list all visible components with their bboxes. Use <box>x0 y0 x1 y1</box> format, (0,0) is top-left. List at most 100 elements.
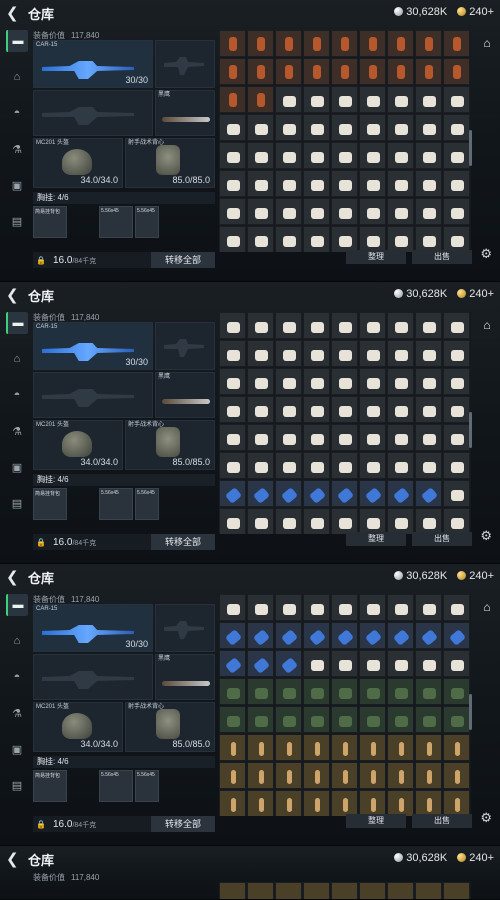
primary-weapon-slot[interactable]: CAR-15 30/30 <box>33 604 153 652</box>
gold-currency[interactable]: 240+ <box>457 570 494 582</box>
gold-currency[interactable]: 240+ <box>457 6 494 18</box>
storage-cell[interactable] <box>387 114 414 141</box>
pistol-slot[interactable] <box>155 322 215 370</box>
helmet-slot[interactable]: MC201 头盔 34.0/34.0 <box>33 138 123 188</box>
storage-cell[interactable] <box>331 762 358 789</box>
storage-cell[interactable] <box>443 30 470 57</box>
storage-cell[interactable] <box>247 882 274 899</box>
storage-cell[interactable] <box>219 30 246 57</box>
storage-cell[interactable] <box>359 312 386 339</box>
storage-cell[interactable] <box>359 622 386 649</box>
storage-cell[interactable] <box>387 762 414 789</box>
storage-cell[interactable] <box>415 790 442 816</box>
storage-cell[interactable] <box>359 706 386 733</box>
storage-cell[interactable] <box>443 170 470 197</box>
chest-item-3[interactable]: 5.56x45 <box>135 770 159 802</box>
storage-cell[interactable] <box>331 650 358 677</box>
storage-cell[interactable] <box>219 368 246 395</box>
storage-cell[interactable] <box>359 650 386 677</box>
helmet-icon[interactable]: ◓ <box>6 102 28 124</box>
storage-cell[interactable] <box>275 114 302 141</box>
storage-cell[interactable] <box>275 396 302 423</box>
storage-cell[interactable] <box>331 30 358 57</box>
gold-currency[interactable]: 240+ <box>457 288 494 300</box>
storage-cell[interactable] <box>387 734 414 761</box>
storage-cell[interactable] <box>275 142 302 169</box>
back-arrow-icon[interactable]: ❮ <box>6 4 26 22</box>
storage-cell[interactable] <box>219 480 246 507</box>
storage-cell[interactable] <box>331 368 358 395</box>
storage-cell[interactable] <box>387 170 414 197</box>
storage-cell[interactable] <box>359 762 386 789</box>
storage-cell[interactable] <box>247 142 274 169</box>
chest-item-2[interactable]: 5.56x45 <box>99 770 133 802</box>
storage-cell[interactable] <box>443 594 470 621</box>
storage-cell[interactable] <box>415 226 442 252</box>
storage-cell[interactable] <box>359 480 386 507</box>
storage-cell[interactable] <box>387 424 414 451</box>
rifle-icon[interactable]: ▬ <box>6 30 28 52</box>
storage-cell[interactable] <box>415 58 442 85</box>
storage-cell[interactable] <box>387 312 414 339</box>
storage-cell[interactable] <box>219 142 246 169</box>
storage-cell[interactable] <box>359 452 386 479</box>
chest-item-3[interactable]: 5.56x45 <box>135 206 159 238</box>
storage-cell[interactable] <box>415 198 442 225</box>
storage-cell[interactable] <box>359 142 386 169</box>
storage-cell[interactable] <box>359 396 386 423</box>
storage-cell[interactable] <box>331 882 358 899</box>
storage-cell[interactable] <box>275 508 302 534</box>
melee-slot[interactable]: 黑鹰 <box>155 654 215 700</box>
storage-cell[interactable] <box>359 882 386 899</box>
chest-item-3[interactable]: 5.56x45 <box>135 488 159 520</box>
storage-cell[interactable] <box>415 340 442 367</box>
storage-cell[interactable] <box>331 226 358 252</box>
storage-cell[interactable] <box>219 198 246 225</box>
flask-icon[interactable]: ⚗ <box>6 138 28 160</box>
sort-button[interactable]: 整理 <box>346 532 406 546</box>
storage-cell[interactable] <box>443 650 470 677</box>
storage-cell[interactable] <box>247 734 274 761</box>
storage-cell[interactable] <box>331 678 358 705</box>
storage-cell[interactable] <box>359 226 386 252</box>
storage-cell[interactable] <box>415 114 442 141</box>
storage-cell[interactable] <box>275 678 302 705</box>
storage-cell[interactable] <box>443 508 470 534</box>
storage-cell[interactable] <box>359 114 386 141</box>
storage-cell[interactable] <box>443 678 470 705</box>
storage-cell[interactable] <box>275 734 302 761</box>
storage-cell[interactable] <box>275 86 302 113</box>
storage-cell[interactable] <box>247 508 274 534</box>
storage-cell[interactable] <box>247 170 274 197</box>
storage-cell[interactable] <box>331 86 358 113</box>
storage-cell[interactable] <box>331 790 358 816</box>
storage-cell[interactable] <box>247 762 274 789</box>
backpack-icon[interactable]: ⌂ <box>6 630 28 652</box>
storage-cell[interactable] <box>303 790 330 816</box>
sell-button[interactable]: 出售 <box>412 814 472 828</box>
helmet-slot[interactable]: MC201 头盔 34.0/34.0 <box>33 702 123 752</box>
storage-cell[interactable] <box>415 30 442 57</box>
armor-slot[interactable]: 射手战术背心 85.0/85.0 <box>125 702 215 752</box>
chest-item-1[interactable]: 简易挂背包 <box>33 488 67 520</box>
transfer-all-button[interactable]: 转移全部 <box>151 252 215 268</box>
pistol-slot[interactable] <box>155 604 215 652</box>
storage-cell[interactable] <box>443 762 470 789</box>
storage-cell[interactable] <box>219 678 246 705</box>
storage-cell[interactable] <box>331 594 358 621</box>
storage-cell[interactable] <box>415 452 442 479</box>
storage-cell[interactable] <box>219 594 246 621</box>
storage-cell[interactable] <box>303 226 330 252</box>
storage-cell[interactable] <box>247 706 274 733</box>
storage-cell[interactable] <box>443 114 470 141</box>
storage-cell[interactable] <box>443 198 470 225</box>
storage-cell[interactable] <box>387 396 414 423</box>
storage-cell[interactable] <box>303 452 330 479</box>
back-arrow-icon[interactable]: ❮ <box>6 850 26 868</box>
grid-scrollbar[interactable] <box>469 412 472 448</box>
settings-gear-icon[interactable]: ⚙ <box>480 810 492 826</box>
transfer-all-button[interactable]: 转移全部 <box>151 816 215 832</box>
storage-cell[interactable] <box>359 86 386 113</box>
storage-cell[interactable] <box>331 508 358 534</box>
storage-cell[interactable] <box>387 198 414 225</box>
